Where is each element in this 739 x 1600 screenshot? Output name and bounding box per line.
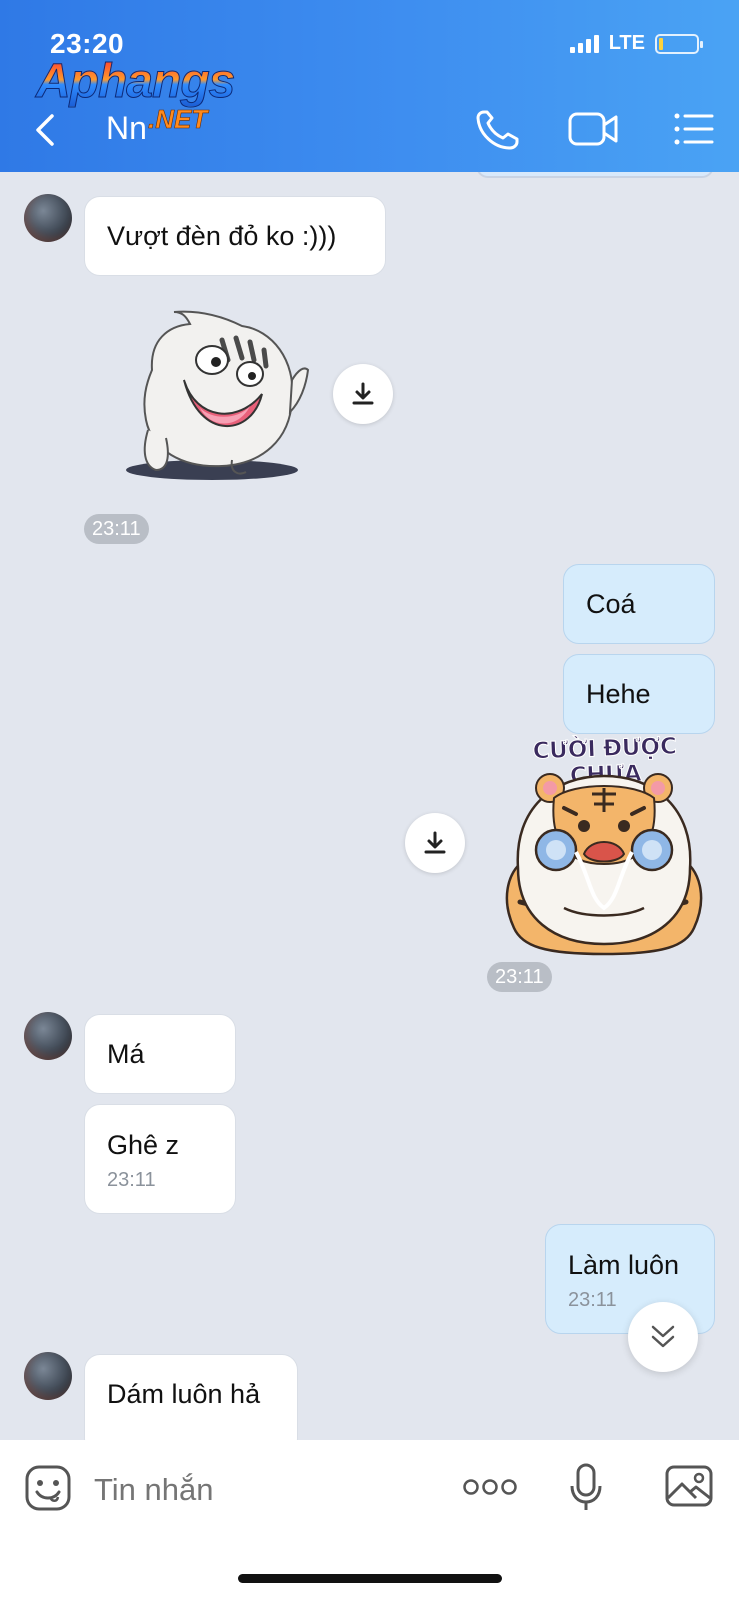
chat-options-button[interactable]: [672, 104, 728, 154]
message-text: Ghê z: [107, 1130, 180, 1160]
download-icon: [352, 382, 374, 405]
message-timestamp: 23:11: [487, 962, 552, 992]
signal-icon: [569, 34, 599, 53]
contact-name[interactable]: Nn: [106, 110, 147, 147]
message-text: Làm luôn: [568, 1250, 680, 1280]
message-timestamp: 23:11: [84, 514, 149, 544]
cat-sticker[interactable]: [112, 310, 318, 486]
download-sticker-button[interactable]: [333, 364, 393, 424]
double-chevron-down-icon: [651, 1325, 675, 1348]
contact-avatar[interactable]: [24, 1352, 72, 1400]
chat-header: 23:20 LTE Aphangs .NET Nn: [0, 0, 739, 172]
message-bubble-incoming[interactable]: Ghê z 23:11: [84, 1104, 236, 1214]
message-bubble-incoming[interactable]: Má: [84, 1014, 236, 1094]
download-sticker-button[interactable]: [405, 813, 465, 873]
network-type: LTE: [608, 32, 645, 54]
send-image-button[interactable]: [664, 1462, 714, 1510]
scroll-to-bottom-button[interactable]: [628, 1302, 698, 1372]
list-menu-icon: [674, 113, 714, 145]
message-text: Coá: [586, 588, 636, 619]
previous-message-bubble-edge: [476, 172, 714, 178]
message-bubble-outgoing[interactable]: Hehe: [563, 654, 715, 734]
back-button[interactable]: [28, 108, 64, 152]
video-camera-icon: [568, 112, 618, 146]
watermark-logo: Aphangs: [35, 55, 235, 108]
phone-icon: [476, 110, 519, 150]
message-text: Vượt đèn đỏ ko :))): [107, 220, 337, 251]
chevron-left-icon: [36, 114, 54, 146]
video-call-button[interactable]: [566, 104, 622, 154]
image-icon: [665, 1465, 713, 1507]
microphone-icon: [570, 1463, 602, 1510]
message-input[interactable]: [94, 1472, 434, 1508]
message-bubble-incoming[interactable]: Dám luôn hả: [84, 1354, 298, 1440]
contact-avatar[interactable]: [24, 194, 72, 242]
watermark-logo-suffix: .NET: [148, 104, 208, 135]
message-text: Má: [107, 1038, 145, 1069]
message-timestamp: 23:11: [107, 1169, 156, 1191]
message-bubble-outgoing[interactable]: Coá: [563, 564, 715, 644]
message-list[interactable]: Vượt đèn đỏ ko :))) 23:11 Coá Hehe CƯỜI …: [0, 172, 739, 1440]
more-options-button[interactable]: [462, 1472, 518, 1502]
contact-avatar[interactable]: [24, 1012, 72, 1060]
home-indicator[interactable]: [238, 1574, 502, 1583]
more-dots-icon: [463, 1479, 517, 1495]
voice-message-button[interactable]: [568, 1462, 604, 1514]
tiger-sticker[interactable]: CƯỜI ĐƯỢC CHƯA: [494, 733, 716, 956]
tiger-illustration: [505, 773, 703, 956]
emoji-button[interactable]: [24, 1464, 72, 1512]
status-indicators: LTE: [569, 32, 703, 55]
message-text: Hehe: [586, 678, 651, 709]
message-text: Dám luôn hả: [107, 1379, 261, 1409]
call-button[interactable]: [470, 104, 526, 154]
download-icon: [424, 831, 446, 854]
message-bubble-incoming[interactable]: Vượt đèn đỏ ko :))): [84, 196, 386, 276]
emoji-icon: [25, 1465, 71, 1511]
battery-icon: [655, 33, 703, 54]
